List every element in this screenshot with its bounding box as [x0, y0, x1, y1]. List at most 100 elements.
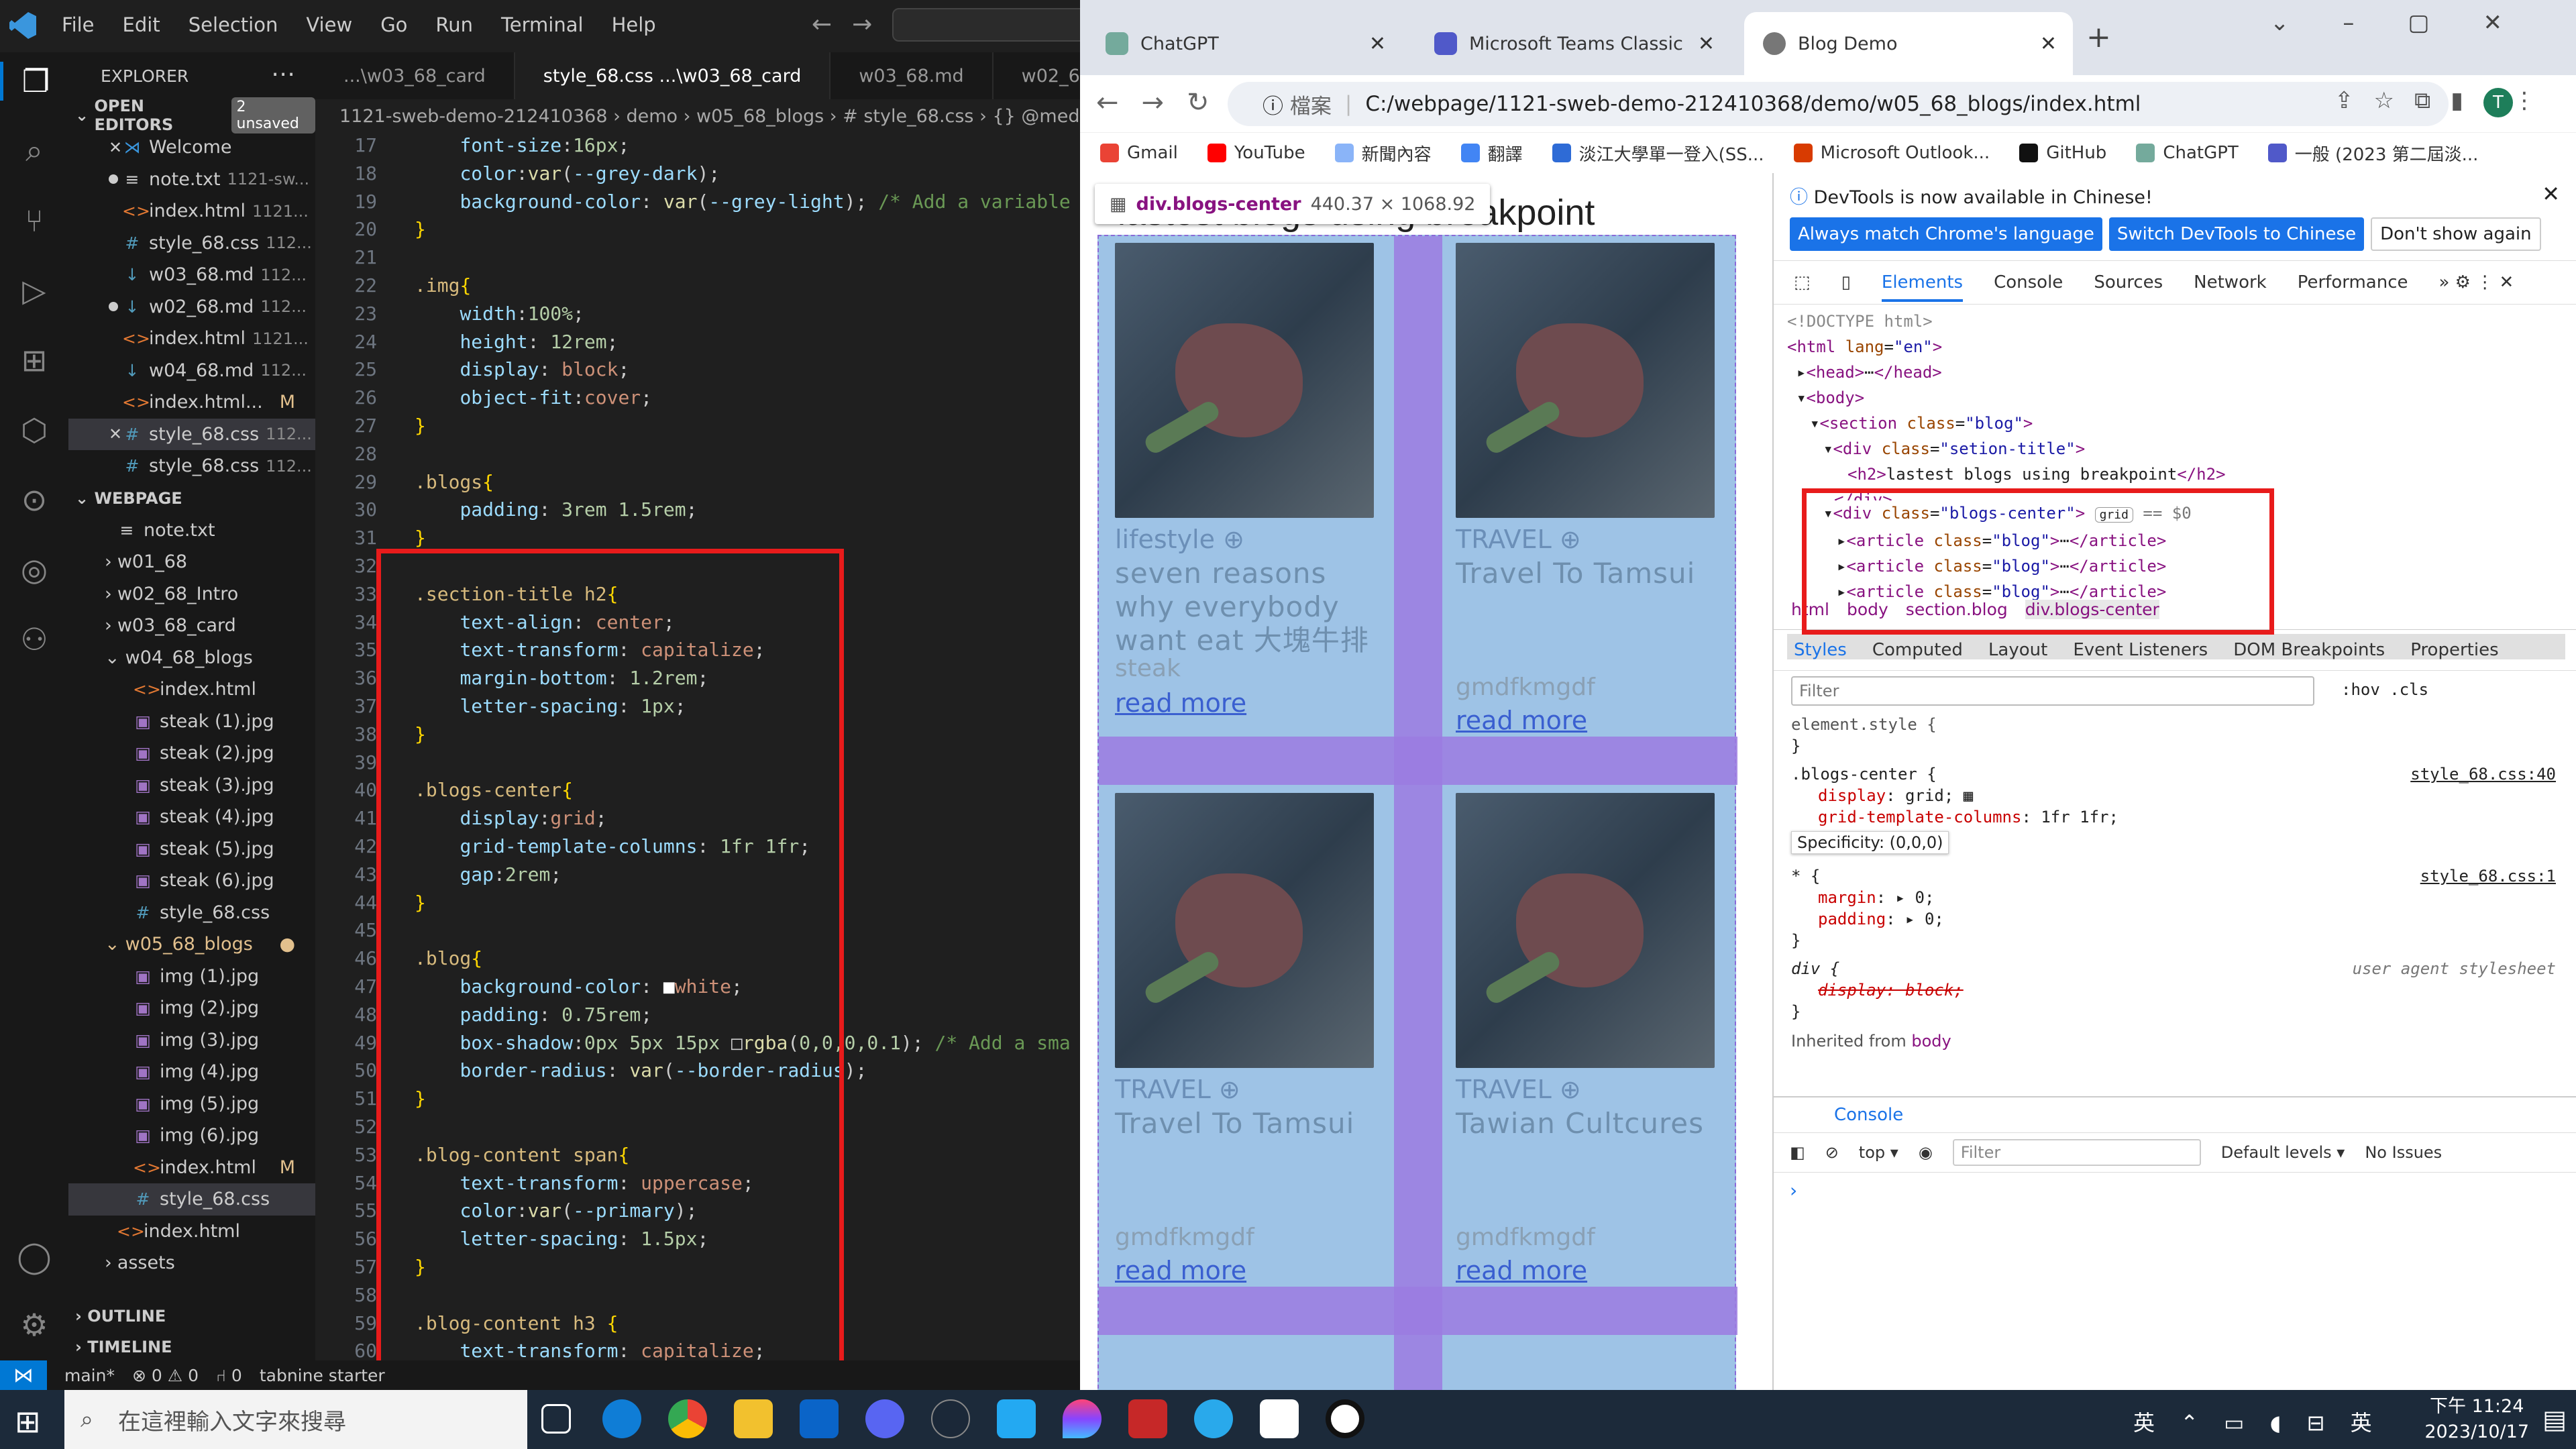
notepad-icon[interactable] — [1260, 1399, 1299, 1438]
mail-icon[interactable] — [800, 1399, 839, 1438]
match-language-button[interactable]: Always match Chrome's language — [1790, 217, 2102, 251]
tree-file[interactable]: ▣ img (2).jpg — [68, 992, 315, 1024]
account-icon[interactable]: ◯ — [15, 1237, 54, 1276]
more-tabs-icon[interactable]: » ⚙ ⋮ ✕ — [2439, 272, 2514, 292]
eye-icon[interactable]: ◉ — [1919, 1143, 1933, 1162]
tree-file[interactable]: ▣ img (4).jpg — [68, 1056, 315, 1088]
notification-icon[interactable]: ▤ — [2542, 1405, 2567, 1434]
menu-go[interactable]: Go — [380, 13, 407, 36]
open-editor-item[interactable]: ✕ # style_68.css 112... — [68, 418, 315, 450]
tree-file[interactable]: ▣ steak (1).jpg — [68, 706, 315, 738]
bookmark-7[interactable]: ChatGPT — [2136, 143, 2239, 163]
task-view-icon[interactable] — [541, 1404, 571, 1434]
more-actions-icon[interactable]: ⋯ — [271, 60, 295, 88]
open-editor-item[interactable]: <> index.html 1121... — [68, 323, 315, 355]
tree-folder[interactable]: › w02_68_Intro — [68, 578, 315, 610]
menu-terminal[interactable]: Terminal — [501, 13, 584, 36]
tree-file[interactable]: <> index.html — [68, 674, 315, 706]
bookmark-6[interactable]: GitHub — [2019, 143, 2106, 163]
open-editor-item[interactable]: ✕ ⋊ Welcome — [68, 131, 315, 164]
info-icon[interactable]: ⓘ — [1263, 89, 1290, 119]
tree-file[interactable]: <> index.html — [68, 1216, 315, 1248]
python-icon[interactable]: ⚇ — [15, 620, 54, 659]
device-toggle-icon[interactable]: ▯ — [1841, 272, 1851, 292]
read-more-link[interactable]: read more — [1115, 688, 1246, 718]
code-line[interactable]: object-fit:cover; — [415, 386, 652, 409]
tree-file[interactable]: ▣ img (1).jpg — [68, 961, 315, 993]
console-title[interactable]: Console — [1834, 1105, 1903, 1125]
window-controls[interactable]: ⌄–▢✕ — [2270, 9, 2556, 36]
styles-tab[interactable]: Computed — [1872, 640, 1963, 660]
context-select[interactable]: top ▾ — [1859, 1143, 1898, 1162]
extensions-icon[interactable]: ⊞ — [15, 341, 54, 380]
read-more-link[interactable]: read more — [1456, 706, 1587, 735]
chrome-icon[interactable] — [668, 1399, 707, 1438]
open-editor-item[interactable]: <> index.html 1121... — [68, 195, 315, 227]
tree-file[interactable]: ≡ note.txt — [68, 515, 315, 547]
styles-pane[interactable]: element.style {} .blogs-center {style_68… — [1791, 714, 2563, 1052]
command-center[interactable] — [892, 8, 1080, 42]
tabnine-status[interactable]: tabnine starter — [260, 1366, 385, 1385]
tree-file[interactable]: # style_68.css — [68, 1183, 315, 1216]
omnibox[interactable]: ⓘ 檔案 | C:/webpage/1121-sweb-demo-212410368… — [1228, 82, 2449, 126]
tab-chatgpt[interactable]: ChatGPT ✕ — [1087, 12, 1402, 75]
read-more-link[interactable]: read more — [1115, 1256, 1246, 1285]
ports-indicator[interactable]: ⑁ 0 — [216, 1366, 242, 1385]
telegram-icon[interactable] — [1194, 1399, 1233, 1438]
devtools-tab-elements[interactable]: Elements — [1881, 272, 1964, 302]
menu-file[interactable]: File — [62, 13, 95, 36]
close-icon[interactable]: ✕ — [109, 425, 122, 443]
tree-file[interactable]: ▣ steak (3).jpg — [68, 769, 315, 802]
tree-file[interactable]: ▣ steak (6).jpg — [68, 865, 315, 897]
bookmark-1[interactable]: YouTube — [1207, 143, 1305, 163]
bookmark-0[interactable]: Gmail — [1100, 143, 1178, 163]
bookmark-5[interactable]: Microsoft Outlook... — [1793, 143, 1990, 163]
timeline-section[interactable]: › TIMELINE — [68, 1331, 315, 1360]
styles-tab[interactable]: DOM Breakpoints — [2233, 640, 2385, 660]
bookmark-2[interactable]: 新聞內容 — [1334, 141, 1432, 166]
nav-arrows-icon[interactable]: ←→ — [812, 11, 892, 38]
outline-section[interactable]: › OUTLINE — [68, 1300, 315, 1332]
tree-file[interactable]: <> index.html M — [68, 1152, 315, 1184]
code-line[interactable]: .img{ — [415, 274, 471, 297]
tree-file[interactable]: ▣ steak (4).jpg — [68, 801, 315, 833]
git-graph-icon[interactable]: ⊙ — [15, 480, 54, 519]
close-icon[interactable]: ✕ — [109, 138, 122, 157]
menu-help[interactable]: Help — [612, 13, 656, 36]
styles-tab[interactable]: Event Listeners — [2073, 640, 2208, 660]
tree-file[interactable]: ▣ steak (2).jpg — [68, 737, 315, 769]
ime-indicator[interactable]: 英 — [2133, 1410, 2164, 1436]
new-tab-icon[interactable]: + — [2086, 20, 2111, 54]
editor-tab[interactable]: w02_68. — [994, 52, 1080, 99]
system-tray[interactable]: 英 ⌃ ▭ ◖ ⊟ 英 — [2133, 1406, 2381, 1437]
steam-icon[interactable] — [931, 1399, 970, 1438]
open-editor-item[interactable]: ↓ w03_68.md 112... — [68, 259, 315, 291]
code-line[interactable]: } — [415, 527, 426, 549]
file-explorer-icon[interactable] — [734, 1399, 773, 1438]
styles-tab[interactable]: Layout — [1988, 640, 2047, 660]
nav-buttons-icon[interactable]: ←→↻ — [1096, 87, 1232, 118]
tab-blog-demo[interactable]: Blog Demo ✕ — [1744, 12, 2073, 75]
code-line[interactable]: color:var(--grey-dark); — [415, 162, 720, 184]
profile-avatar[interactable]: T — [2483, 88, 2513, 117]
clear-console-icon[interactable]: ⊘ — [1825, 1143, 1839, 1162]
editor-tab[interactable]: style_68.css ...\w03_68_card — [515, 52, 831, 99]
docker-icon[interactable]: ◎ — [15, 550, 54, 589]
app-drop-icon[interactable] — [1063, 1399, 1102, 1438]
remote-explorer-icon[interactable]: ⬡ — [15, 411, 54, 449]
windows-start-icon[interactable]: ⊞ — [15, 1403, 41, 1440]
devtools-tab-sources[interactable]: Sources — [2094, 272, 2163, 292]
code-line[interactable]: } — [415, 415, 426, 437]
switch-chinese-button[interactable]: Switch DevTools to Chinese — [2108, 217, 2365, 251]
dont-show-button[interactable]: Don't show again — [2371, 217, 2541, 251]
tree-folder[interactable]: › w01_68 — [68, 546, 315, 578]
code-line[interactable]: .blogs{ — [415, 471, 494, 493]
open-editors-section[interactable]: ⌄ OPEN EDITORS 2 unsaved — [68, 97, 315, 134]
tree-file[interactable]: ▣ img (6).jpg — [68, 1120, 315, 1152]
tab-teams[interactable]: Microsoft Teams Classic ✕ — [1415, 12, 1731, 75]
styles-tab[interactable]: Properties — [2410, 640, 2498, 660]
close-icon[interactable]: ✕ — [1698, 32, 1715, 56]
menu-edit[interactable]: Edit — [123, 13, 160, 36]
code-line[interactable]: font-size:16px; — [415, 134, 629, 156]
read-more-link[interactable]: read more — [1456, 1256, 1587, 1285]
